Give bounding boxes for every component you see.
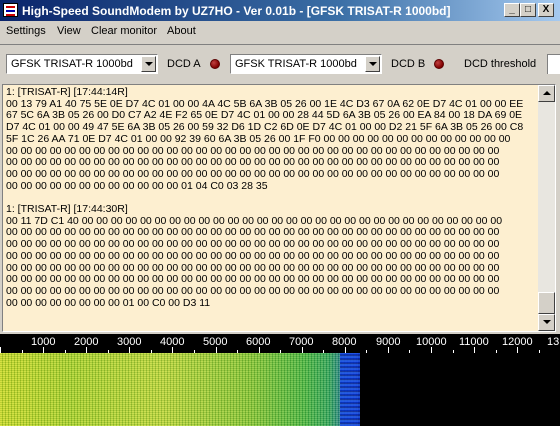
frequency-tick-label: 8000: [332, 336, 357, 348]
modem-toolbar: GFSK TRISAT-R 1000bd DCD A GFSK TRISAT-R…: [0, 44, 560, 82]
frequency-tick-label: 1000: [31, 336, 56, 348]
dcd-b-label: DCD B: [391, 58, 426, 70]
scroll-thumb[interactable]: [538, 292, 555, 314]
frequency-tick-label: 10000: [416, 336, 447, 348]
frequency-tick-label: 11000: [459, 336, 489, 348]
scroll-up-icon[interactable]: [538, 85, 555, 102]
frequency-tick-label: 7000: [289, 336, 314, 348]
app-icon[interactable]: [3, 3, 18, 17]
menu-bar: Settings View Clear monitor About: [0, 22, 560, 41]
frequency-tick-label: 9000: [376, 336, 401, 348]
dcd-threshold-label: DCD threshold: [464, 58, 537, 70]
modem-a-value: GFSK TRISAT-R 1000bd: [11, 58, 133, 70]
window-title: High-Speed SoundModem by UZ7HO - Ver 0.0…: [22, 4, 451, 18]
frequency-scale: 1000 2000 3000 4000 5000 6000 7000 8000 9000 1000…: [0, 334, 560, 353]
frequency-tick-label: 13: [547, 336, 560, 348]
waterfall-signal: [0, 353, 358, 426]
dcd-b-indicator: [434, 59, 444, 69]
monitor-text: 1: [TRISAT-R] [17:44:14R] 00 13 79 A1 40…: [6, 86, 524, 309]
menu-view[interactable]: View: [57, 25, 81, 37]
monitor-scrollbar[interactable]: [538, 85, 555, 331]
modem-b-value: GFSK TRISAT-R 1000bd: [235, 58, 357, 70]
frequency-tick-label: 2000: [74, 336, 99, 348]
spectrum-panel: 1000 2000 3000 4000 5000 6000 7000 8000 9000 1000…: [0, 334, 560, 426]
title-bar: High-Speed SoundModem by UZ7HO - Ver 0.0…: [0, 0, 560, 21]
monitor-panel[interactable]: 1: [TRISAT-R] [17:44:14R] 00 13 79 A1 40…: [2, 84, 556, 332]
menu-about[interactable]: About: [167, 25, 196, 37]
dcd-threshold-control[interactable]: [547, 54, 560, 74]
maximize-button[interactable]: □: [520, 3, 536, 17]
dcd-a-indicator: [210, 59, 220, 69]
frequency-tick-label: 12000: [502, 336, 533, 348]
scroll-down-icon[interactable]: [538, 314, 555, 331]
frequency-tick-label: 3000: [117, 336, 142, 348]
close-button[interactable]: X: [538, 3, 554, 17]
frequency-tick-label: 5000: [203, 336, 228, 348]
minimize-button[interactable]: _: [504, 3, 520, 17]
chevron-down-icon[interactable]: [365, 56, 380, 72]
menu-clear-monitor[interactable]: Clear monitor: [91, 25, 157, 37]
modem-a-select[interactable]: GFSK TRISAT-R 1000bd: [6, 54, 158, 74]
frequency-tick-label: 6000: [246, 336, 271, 348]
chevron-down-icon[interactable]: [141, 56, 156, 72]
dcd-a-label: DCD A: [167, 58, 201, 70]
frequency-tick-label: 4000: [160, 336, 185, 348]
waterfall-signal-edge: [340, 353, 360, 426]
waterfall-display[interactable]: [0, 353, 560, 426]
menu-settings[interactable]: Settings: [6, 25, 46, 37]
modem-b-select[interactable]: GFSK TRISAT-R 1000bd: [230, 54, 382, 74]
